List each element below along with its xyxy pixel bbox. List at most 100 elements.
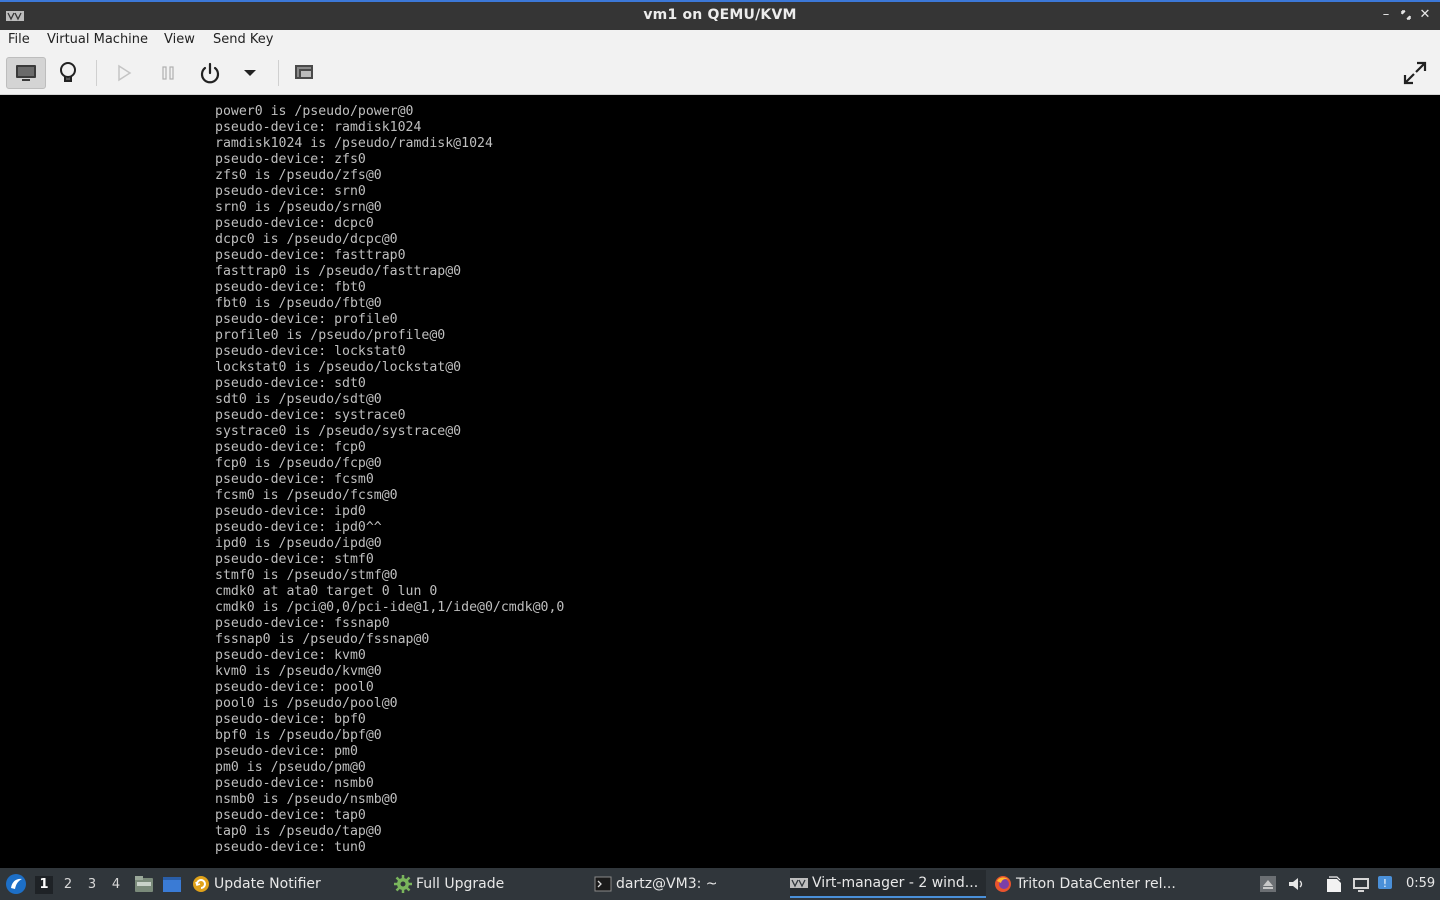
console-line: systrace0 is /pseudo/systrace@0 xyxy=(215,424,462,439)
menu-send-key[interactable]: Send Key xyxy=(213,32,273,47)
console-line: pseudo-device: ipd0^^ xyxy=(215,520,382,535)
task-terminal[interactable]: dartz@VM3: ~ xyxy=(594,870,786,898)
run-button[interactable] xyxy=(107,57,141,89)
details-view-button[interactable] xyxy=(51,57,85,89)
restore-icon[interactable] xyxy=(1398,7,1414,23)
console-line: zfs0 is /pseudo/zfs@0 xyxy=(215,168,382,183)
console-line: bpf0 is /pseudo/bpf@0 xyxy=(215,728,382,743)
console-line: pseudo-device: ipd0 xyxy=(215,504,366,519)
task-label: Full Upgrade xyxy=(416,876,505,892)
console-line: pseudo-device: zfs0 xyxy=(215,152,366,167)
task-label: Update Notifier xyxy=(214,876,321,892)
console-line: pseudo-device: srn0 xyxy=(215,184,366,199)
task-label: dartz@VM3: ~ xyxy=(616,876,718,892)
console-line: pseudo-device: tap0 xyxy=(215,808,366,823)
console-line: cmdk0 is /pci@0,0/pci-ide@1,1/ide@0/cmdk… xyxy=(215,600,565,615)
svg-text:!: ! xyxy=(1383,877,1387,890)
pause-icon xyxy=(162,66,174,80)
console-line: pseudo-device: tun0 xyxy=(215,840,366,855)
tray-eject-icon[interactable] xyxy=(1259,875,1277,893)
console-line: fasttrap0 is /pseudo/fasttrap@0 xyxy=(215,264,462,279)
desktop-icon xyxy=(163,877,181,892)
task-full-upgrade[interactable]: Full Upgrade xyxy=(394,870,590,898)
window-title: vm1 on QEMU/KVM xyxy=(643,7,797,23)
start-menu-button[interactable] xyxy=(4,868,28,900)
vm-console[interactable]: power0 is /pseudo/power@0 pseudo-device: … xyxy=(0,95,1440,868)
show-desktop-launcher[interactable] xyxy=(161,868,183,900)
console-line: pseudo-device: fcsm0 xyxy=(215,472,374,487)
task-update-notifier[interactable]: Update Notifier xyxy=(192,870,388,898)
minimize-icon[interactable]: – xyxy=(1378,7,1394,23)
file-manager-launcher[interactable] xyxy=(133,868,155,900)
task-label: Triton DataCenter rel... xyxy=(1016,876,1176,892)
console-line: pseudo-device: kvm0 xyxy=(215,648,366,663)
pause-button[interactable] xyxy=(151,57,185,89)
snapshots-button[interactable] xyxy=(287,57,321,89)
console-line: pseudo-device: fcp0 xyxy=(215,440,366,455)
console-line: pseudo-device: pool0 xyxy=(215,680,374,695)
window-titlebar[interactable]: vm1 on QEMU/KVM – ✕ xyxy=(0,0,1440,30)
task-virt-manager[interactable]: Virt-manager - 2 wind... xyxy=(790,870,986,898)
shutdown-menu-button[interactable] xyxy=(233,57,267,89)
terminal-icon xyxy=(594,876,612,892)
console-icon xyxy=(16,65,36,81)
notification-icon[interactable]: ! xyxy=(1377,875,1395,893)
shutdown-button[interactable] xyxy=(193,57,227,89)
lxqt-logo-icon xyxy=(6,874,26,894)
console-line: pm0 is /pseudo/pm@0 xyxy=(215,760,366,775)
console-output: power0 is /pseudo/power@0 pseudo-device: … xyxy=(215,104,564,856)
menu-view[interactable]: View xyxy=(164,32,195,47)
console-line: pseudo-device: fbt0 xyxy=(215,280,366,295)
folder-icon xyxy=(135,876,153,892)
power-icon xyxy=(200,62,220,84)
fullscreen-icon xyxy=(1403,61,1427,85)
console-view-button[interactable] xyxy=(6,57,46,89)
console-line: srn0 is /pseudo/srn@0 xyxy=(215,200,382,215)
volume-icon[interactable] xyxy=(1287,875,1305,893)
task-firefox[interactable]: Triton DataCenter rel... xyxy=(994,870,1190,898)
taskbar: 1 2 3 4 Update Notifier Full Upgrade dar… xyxy=(0,868,1440,900)
console-line: fbt0 is /pseudo/fbt@0 xyxy=(215,296,382,311)
menu-bar: File Virtual Machine View Send Key xyxy=(0,30,1440,52)
console-line: pseudo-device: ramdisk1024 xyxy=(215,120,422,135)
workspace-4[interactable]: 4 xyxy=(107,876,125,894)
virt-manager-icon xyxy=(790,878,808,888)
console-line: stmf0 is /pseudo/stmf@0 xyxy=(215,568,398,583)
dropdown-arrow-icon xyxy=(244,70,256,76)
play-icon xyxy=(118,64,132,82)
console-line: pool0 is /pseudo/pool@0 xyxy=(215,696,398,711)
fullscreen-button[interactable] xyxy=(1398,57,1432,89)
menu-file[interactable]: File xyxy=(8,32,30,47)
network-icon[interactable] xyxy=(1352,875,1370,893)
console-line: profile0 is /pseudo/profile@0 xyxy=(215,328,446,343)
gear-icon xyxy=(394,875,412,893)
console-line: fcp0 is /pseudo/fcp@0 xyxy=(215,456,382,471)
workspace-1[interactable]: 1 xyxy=(35,876,53,894)
console-line: lockstat0 is /pseudo/lockstat@0 xyxy=(215,360,462,375)
console-line: dcpc0 is /pseudo/dcpc@0 xyxy=(215,232,398,247)
menu-virtual-machine[interactable]: Virtual Machine xyxy=(47,32,148,47)
toolbar xyxy=(0,52,1440,95)
console-line: pseudo-device: stmf0 xyxy=(215,552,374,567)
workspace-2[interactable]: 2 xyxy=(59,876,77,894)
console-line: sdt0 is /pseudo/sdt@0 xyxy=(215,392,382,407)
clock[interactable]: 0:59 xyxy=(1406,876,1435,891)
console-line: pseudo-device: nsmb0 xyxy=(215,776,374,791)
console-line: fssnap0 is /pseudo/fssnap@0 xyxy=(215,632,430,647)
clipboard-icon[interactable] xyxy=(1325,875,1343,893)
console-line: pseudo-device: profile0 xyxy=(215,312,398,327)
task-label: Virt-manager - 2 wind... xyxy=(812,875,979,891)
firefox-icon xyxy=(995,876,1011,892)
console-line: ipd0 is /pseudo/ipd@0 xyxy=(215,536,382,551)
snapshots-icon xyxy=(295,65,313,79)
console-line: nsmb0 is /pseudo/nsmb@0 xyxy=(215,792,398,807)
close-icon[interactable]: ✕ xyxy=(1417,7,1433,23)
lightbulb-icon xyxy=(60,62,76,82)
console-line: pseudo-device: bpf0 xyxy=(215,712,366,727)
toolbar-separator xyxy=(96,60,97,86)
console-line: pseudo-device: lockstat0 xyxy=(215,344,406,359)
console-line: fcsm0 is /pseudo/fcsm@0 xyxy=(215,488,398,503)
console-line: ramdisk1024 is /pseudo/ramdisk@1024 xyxy=(215,136,493,151)
workspace-3[interactable]: 3 xyxy=(83,876,101,894)
console-line: pseudo-device: pm0 xyxy=(215,744,358,759)
